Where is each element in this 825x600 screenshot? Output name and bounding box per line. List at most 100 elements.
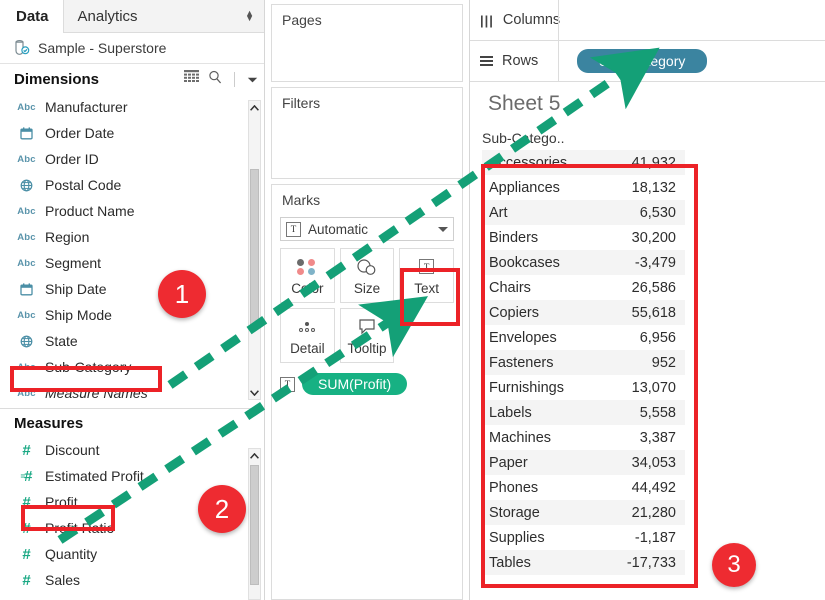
highlight-sub-category-field	[10, 366, 162, 392]
marks-button-detail-label: Detail	[290, 340, 325, 356]
globe-icon	[18, 179, 35, 192]
hash-number-icon: #	[22, 571, 31, 589]
pages-card[interactable]: Pages	[271, 4, 463, 82]
dimension-order-date[interactable]: Order Date	[0, 120, 264, 146]
abc-text-icon: Abc	[17, 153, 36, 165]
divider	[234, 71, 235, 87]
field-label: Postal Code	[45, 177, 122, 193]
dimension-state[interactable]: State	[0, 328, 264, 354]
chevron-down-icon[interactable]	[438, 226, 448, 232]
scroll-down-icon[interactable]	[249, 386, 260, 399]
dimensions-header: Dimensions	[0, 64, 264, 94]
marks-button-detail[interactable]: Detail	[280, 308, 335, 363]
detail-dots-icon	[299, 316, 316, 338]
dimension-segment[interactable]: Abc Segment	[0, 250, 264, 276]
rows-shelf[interactable]: Rows Sub-Category	[470, 41, 825, 82]
field-label: Quantity	[45, 546, 98, 562]
step-badge-2-label: 2	[214, 493, 230, 524]
field-label: Order Date	[45, 125, 115, 141]
columns-drop-target[interactable]	[558, 0, 825, 40]
columns-shelf[interactable]: ||| Columns	[470, 0, 825, 41]
scroll-thumb[interactable]	[250, 465, 259, 585]
marks-button-tooltip[interactable]: Tooltip	[339, 308, 395, 363]
scroll-thumb[interactable]	[250, 169, 259, 329]
spinner-icon[interactable]: ▲ ▼	[245, 9, 254, 23]
abc-text-icon: Abc	[17, 309, 36, 321]
marks-card: Marks T Automatic Color Size T Text Deta…	[271, 184, 463, 600]
step-badge-3-label: 3	[727, 551, 741, 578]
datasource-row[interactable]: Sample - Superstore	[0, 33, 264, 64]
column-header-sub-category[interactable]: Sub-Catego..	[482, 130, 565, 146]
hash-number-icon: #	[22, 545, 31, 563]
color-palette-icon	[297, 256, 317, 278]
field-label: Discount	[45, 442, 100, 458]
dimensions-title: Dimensions	[14, 70, 100, 88]
field-label: Ship Date	[45, 281, 107, 297]
columns-shelf-label: Columns	[502, 12, 561, 28]
dimensions-list: Abc Manufacturer Order Date Abc Order ID Post…	[0, 94, 264, 406]
measures-header: Measures	[0, 409, 264, 437]
marks-button-color[interactable]: Color	[280, 248, 335, 303]
hash-number-icon: #	[22, 441, 31, 459]
abc-text-icon: Abc	[17, 101, 36, 113]
scroll-up-icon[interactable]	[249, 101, 260, 114]
dimension-order-id[interactable]: Abc Order ID	[0, 146, 264, 172]
step-badge-1: 1	[158, 270, 206, 318]
chevron-down-icon[interactable]	[247, 71, 258, 88]
field-label: State	[45, 333, 78, 349]
step-badge-1-label: 1	[174, 278, 190, 309]
mark-type-selector[interactable]: T Automatic	[280, 217, 454, 241]
dimension-manufacturer[interactable]: Abc Manufacturer	[0, 94, 264, 120]
pages-card-title: Pages	[282, 12, 322, 28]
text-mark-icon: T	[280, 376, 295, 392]
filters-card[interactable]: Filters	[271, 87, 463, 179]
abc-text-icon: Abc	[17, 205, 36, 217]
tab-data[interactable]: Data	[0, 0, 63, 33]
step-badge-2: 2	[198, 485, 246, 533]
field-label: Segment	[45, 255, 102, 271]
columns-icon: |||	[480, 12, 494, 28]
step-badge-3: 3	[712, 543, 756, 587]
pill-sub-category[interactable]: Sub-Category	[577, 49, 708, 73]
search-icon[interactable]	[208, 70, 222, 88]
calendar-icon	[18, 282, 35, 296]
rows-drop-target[interactable]: Sub-Category	[558, 41, 825, 81]
pill-sum-profit[interactable]: SUM(Profit)	[302, 373, 408, 395]
measure-discount[interactable]: # Discount	[0, 437, 264, 463]
field-label: Order ID	[45, 151, 99, 167]
database-icon	[14, 39, 30, 58]
abc-text-icon: Abc	[17, 231, 36, 243]
measure-sales[interactable]: # Sales	[0, 567, 264, 593]
measures-scrollbar[interactable]	[248, 448, 261, 600]
tab-analytics[interactable]: Analytics ▲ ▼	[62, 0, 264, 33]
measure-quantity[interactable]: # Quantity	[0, 541, 264, 567]
tab-analytics-label: Analytics	[77, 7, 138, 25]
scroll-up-icon[interactable]	[249, 449, 260, 462]
datasource-name: Sample - Superstore	[38, 40, 167, 56]
field-label: Manufacturer	[45, 99, 128, 115]
measures-title: Measures	[14, 414, 84, 432]
marks-card-title: Marks	[282, 192, 321, 208]
tab-data-label: Data	[16, 8, 49, 25]
filters-card-title: Filters	[282, 95, 321, 111]
mark-type-label: Automatic	[308, 221, 369, 237]
grid-view-icon[interactable]	[184, 70, 199, 88]
highlight-result-table	[481, 164, 698, 588]
calendar-icon	[18, 126, 35, 140]
sheet-title: Sheet 5	[488, 92, 561, 115]
dimensions-scrollbar[interactable]	[248, 100, 261, 400]
marks-button-size-label: Size	[353, 280, 381, 296]
hash-calculated-icon: #	[18, 468, 35, 485]
field-label: Region	[45, 229, 90, 245]
data-analytics-tabstrip: Data Analytics ▲ ▼	[0, 0, 264, 33]
globe-icon	[18, 335, 35, 348]
dimension-region[interactable]: Abc Region	[0, 224, 264, 250]
marks-button-size[interactable]: Size	[339, 248, 395, 303]
dimension-postal-code[interactable]: Postal Code	[0, 172, 264, 198]
dimension-ship-mode[interactable]: Abc Ship Mode	[0, 302, 264, 328]
marks-text-pill-row: T SUM(Profit)	[280, 373, 454, 395]
dimension-ship-date[interactable]: Ship Date	[0, 276, 264, 302]
field-label: Ship Mode	[45, 307, 112, 323]
dimension-product-name[interactable]: Abc Product Name	[0, 198, 264, 224]
marks-button-tooltip-label: Tooltip	[347, 340, 387, 356]
